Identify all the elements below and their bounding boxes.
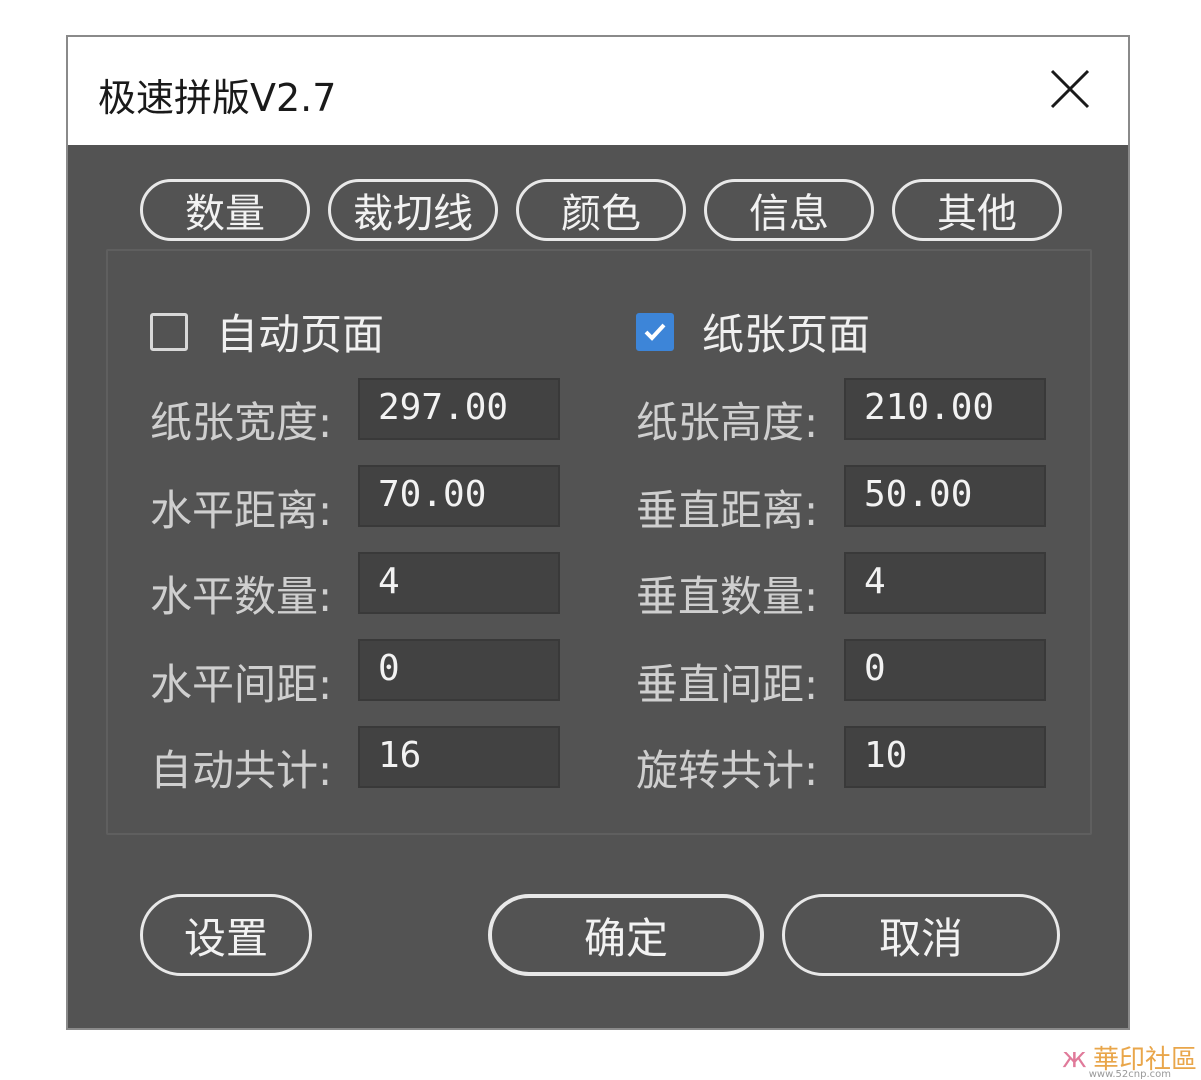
paper-height-input[interactable]: 210.00 xyxy=(844,378,1046,440)
v-spacing-input[interactable]: 0 xyxy=(844,639,1046,701)
paper-width-label: 纸张宽度: xyxy=(150,398,333,447)
rotate-total-input[interactable]: 10 xyxy=(844,726,1046,788)
v-distance-label: 垂直距离: xyxy=(636,486,819,535)
paper-width-input[interactable]: 297.00 xyxy=(358,378,560,440)
paper-page-label: 纸张页面 xyxy=(702,310,871,359)
paper-page-checkbox[interactable]: 纸张页面 xyxy=(636,301,870,362)
cancel-button[interactable]: 取消 xyxy=(782,894,1060,976)
dialog-window: 极速拼版V2.7 数量 裁切线 颜色 信息 其他 自动页面 纸张页面 纸张宽度:… xyxy=(66,35,1130,1030)
paper-height-label: 纸张高度: xyxy=(636,398,819,447)
h-distance-label: 水平距离: xyxy=(150,486,333,535)
watermark: ж 華印社區 www.52cnp.com xyxy=(1061,1039,1197,1080)
v-count-input[interactable]: 4 xyxy=(844,552,1046,614)
h-count-label: 水平数量: xyxy=(150,572,333,621)
watermark-url: www.52cnp.com xyxy=(1088,1069,1171,1080)
auto-page-checkbox[interactable]: 自动页面 xyxy=(150,301,384,362)
ok-button[interactable]: 确定 xyxy=(488,894,764,976)
rotate-total-label: 旋转共计: xyxy=(636,746,819,795)
h-spacing-label: 水平间距: xyxy=(150,660,333,709)
checkbox-unchecked-icon xyxy=(150,312,188,351)
h-spacing-input[interactable]: 0 xyxy=(358,639,560,701)
auto-total-label: 自动共计: xyxy=(150,746,333,795)
settings-button[interactable]: 设置 xyxy=(140,894,312,976)
tab-cut-lines[interactable]: 裁切线 xyxy=(328,179,498,241)
checkmark-icon xyxy=(636,312,674,351)
h-count-input[interactable]: 4 xyxy=(358,552,560,614)
h-distance-input[interactable]: 70.00 xyxy=(358,465,560,527)
tab-color[interactable]: 颜色 xyxy=(516,179,686,241)
title-bar: 极速拼版V2.7 xyxy=(68,37,1128,145)
v-spacing-label: 垂直间距: xyxy=(636,660,819,709)
auto-page-label: 自动页面 xyxy=(216,310,385,359)
window-title: 极速拼版V2.7 xyxy=(98,76,337,120)
close-icon[interactable] xyxy=(1040,59,1100,119)
v-distance-input[interactable]: 50.00 xyxy=(844,465,1046,527)
tab-quantity[interactable]: 数量 xyxy=(140,179,310,241)
tab-other[interactable]: 其他 xyxy=(892,179,1062,241)
auto-total-input[interactable]: 16 xyxy=(358,726,560,788)
tab-info[interactable]: 信息 xyxy=(704,179,874,241)
watermark-logo-icon: ж xyxy=(1061,1041,1087,1074)
v-count-label: 垂直数量: xyxy=(636,572,819,621)
